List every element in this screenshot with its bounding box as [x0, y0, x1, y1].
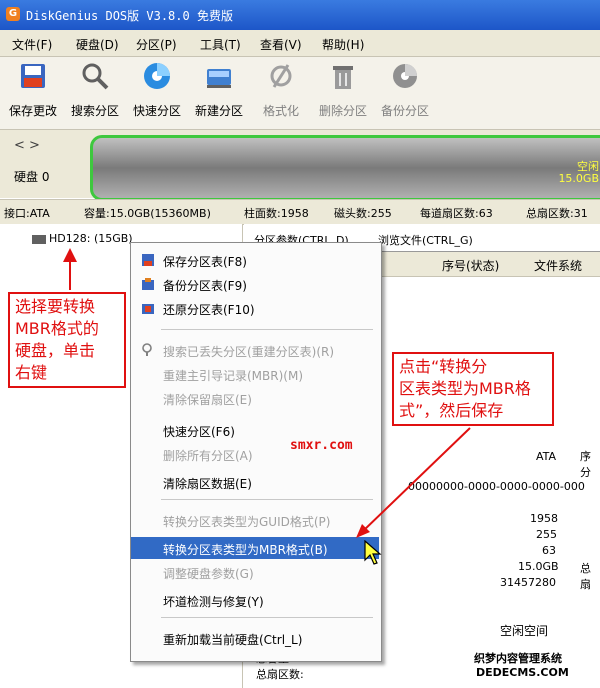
site-watermark: smxr.com	[290, 438, 353, 453]
corner-watermark-line1: 织梦内容管理系统	[474, 652, 562, 665]
instruction-callout-right: 点击“转换分 区表类型为MBR格 式”，然后保存	[392, 352, 554, 426]
instruction-callout-left: 选择要转换 MBR格式的 硬盘，单击 右键	[8, 292, 126, 388]
corner-watermark-line2: DEDECMS.COM	[476, 666, 569, 679]
